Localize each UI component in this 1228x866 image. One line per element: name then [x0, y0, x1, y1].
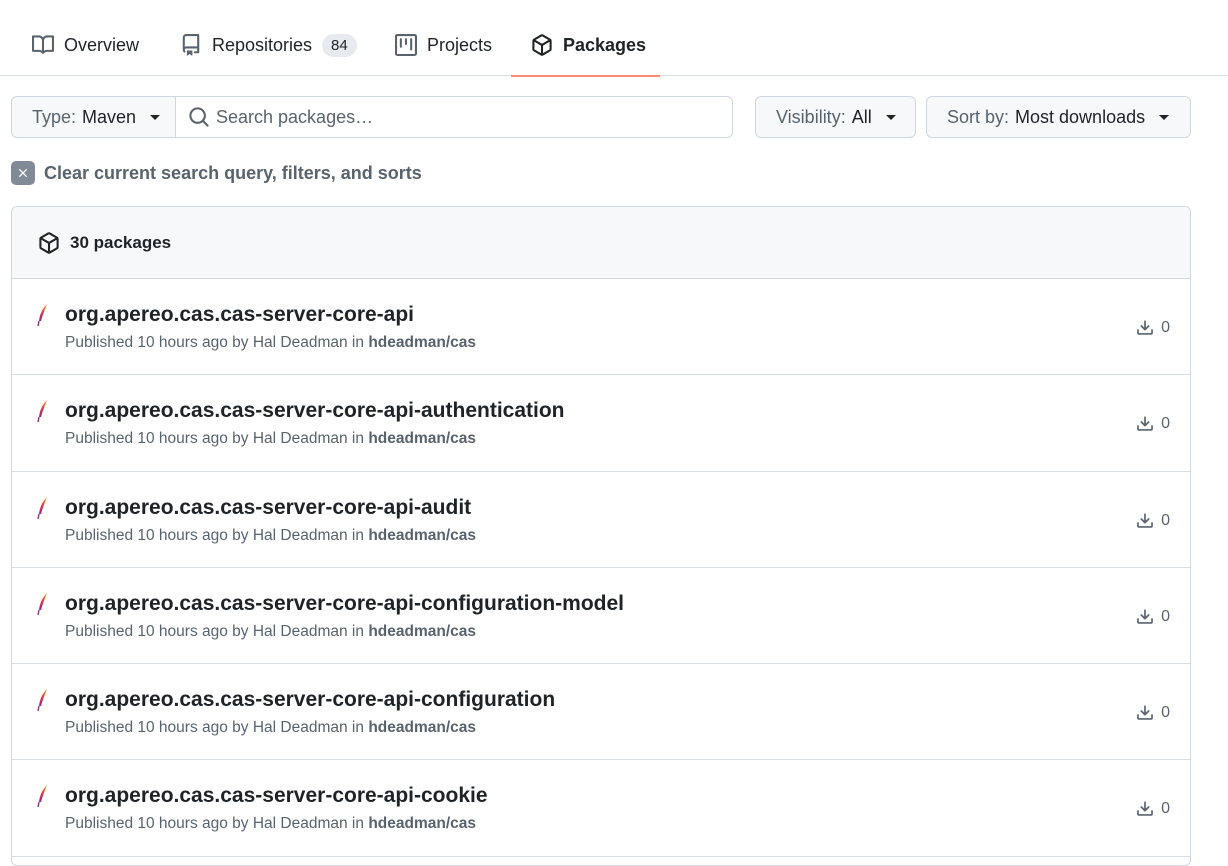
download-icon	[1136, 414, 1154, 434]
package-published-text: Published 10 hours ago by Hal Deadman in	[65, 334, 364, 351]
maven-feather-icon	[36, 592, 52, 618]
package-meta: Published 10 hours ago by Hal Deadman in…	[65, 815, 476, 833]
package-repo-link[interactable]: hdeadman/cas	[368, 815, 476, 832]
search-packages-field[interactable]	[175, 96, 733, 138]
package-download-count: 0	[1161, 704, 1170, 722]
profile-tab-nav: Overview Repositories 84 Projects Packag…	[0, 0, 1228, 77]
clear-filters-label: Clear current search query, filters, and…	[44, 162, 422, 183]
package-downloads: 0	[1136, 414, 1170, 434]
package-downloads: 0	[1136, 607, 1170, 627]
type-filter-prefix: Type:	[32, 106, 77, 127]
package-meta: Published 10 hours ago by Hal Deadman in…	[65, 527, 476, 545]
chevron-down-icon	[885, 114, 896, 120]
tab-repositories[interactable]: Repositories 84	[160, 14, 377, 76]
package-download-count: 0	[1161, 511, 1170, 529]
package-meta: Published 10 hours ago by Hal Deadman in…	[65, 334, 476, 352]
package-published-text: Published 10 hours ago by Hal Deadman in	[65, 719, 364, 737]
download-icon	[1136, 799, 1154, 819]
package-name-link[interactable]: org.apereo.cas.cas-server-core-api-audit	[65, 496, 471, 520]
type-filter-dropdown[interactable]: Type: Maven	[11, 96, 176, 138]
package-meta: Published 10 hours ago by Hal Deadman in…	[65, 719, 476, 737]
package-name-link[interactable]: org.apereo.cas.cas-server-core-api-confi…	[65, 592, 624, 616]
package-download-count: 0	[1161, 607, 1170, 625]
type-filter-value: Maven	[82, 106, 137, 127]
package-published-text: Published 10 hours ago by Hal Deadman in	[65, 526, 364, 544]
package-repo-link[interactable]: hdeadman/cas	[368, 623, 476, 640]
package-icon	[38, 231, 60, 254]
clear-filters-link[interactable]: Clear current search query, filters, and…	[11, 161, 422, 185]
tab-overview-label: Overview	[64, 34, 140, 55]
close-icon	[11, 161, 35, 185]
download-icon	[1136, 511, 1154, 531]
sort-dropdown[interactable]: Sort by: Most downloads	[926, 96, 1191, 138]
package-name-link[interactable]: org.apereo.cas.cas-server-core-api	[65, 303, 414, 327]
package-row: org.apereo.cas.cas-server-core-api-confi…	[12, 664, 1190, 761]
package-downloads: 0	[1136, 799, 1170, 819]
package-published-text: Published 10 hours ago by Hal Deadman in	[65, 430, 364, 448]
package-published-text: Published 10 hours ago by Hal Deadman in	[65, 622, 364, 640]
package-downloads: 0	[1136, 703, 1170, 723]
maven-feather-icon	[36, 784, 52, 810]
download-icon	[1136, 703, 1154, 723]
package-row: org.apereo.cas.cas-server-core-api-authe…	[12, 375, 1190, 472]
package-repo-link[interactable]: hdeadman/cas	[368, 430, 476, 447]
package-name-link[interactable]: org.apereo.cas.cas-server-core-api-authe…	[65, 399, 565, 423]
package-downloads: 0	[1136, 511, 1170, 531]
package-download-count: 0	[1161, 415, 1170, 433]
repositories-count-badge: 84	[322, 33, 357, 57]
chevron-down-icon	[1159, 114, 1170, 120]
package-repo-link[interactable]: hdeadman/cas	[368, 527, 476, 544]
tab-packages[interactable]: Packages	[511, 14, 660, 77]
package-meta: Published 10 hours ago by Hal Deadman in…	[65, 430, 476, 448]
book-icon	[32, 34, 54, 56]
package-downloads: 0	[1136, 318, 1170, 338]
sort-value: Most downloads	[1015, 106, 1146, 127]
tab-projects-label: Projects	[427, 34, 493, 55]
maven-feather-icon	[36, 496, 52, 522]
search-packages-input[interactable]	[216, 106, 716, 128]
chevron-down-icon	[150, 114, 161, 120]
maven-feather-icon	[36, 399, 52, 425]
download-icon	[1136, 607, 1154, 627]
package-repo-link[interactable]: hdeadman/cas	[368, 719, 476, 736]
package-row: org.apereo.cas.cas-server-core-api-cooki…	[12, 760, 1190, 857]
package-repo-link[interactable]: hdeadman/cas	[368, 334, 476, 351]
packages-list: 30 packages org.apereo.cas.cas-server-co…	[11, 206, 1191, 866]
package-name-link[interactable]: org.apereo.cas.cas-server-core-api-cooki…	[65, 784, 488, 808]
visibility-filter-prefix: Visibility:	[776, 106, 846, 127]
maven-feather-icon	[36, 688, 52, 714]
packages-count: 30 packages	[70, 232, 172, 252]
download-icon	[1136, 318, 1154, 338]
package-icon	[531, 34, 553, 56]
tab-repositories-label: Repositories	[212, 34, 313, 55]
sort-prefix: Sort by:	[947, 106, 1010, 127]
package-row: org.apereo.cas.cas-server-core-api-confi…	[12, 568, 1190, 665]
visibility-filter-value: All	[851, 106, 872, 127]
package-name-link[interactable]: org.apereo.cas.cas-server-core-api-confi…	[65, 688, 555, 712]
visibility-filter-dropdown[interactable]: Visibility: All	[755, 96, 916, 138]
package-download-count: 0	[1161, 800, 1170, 818]
repo-icon	[180, 34, 202, 56]
package-published-text: Published 10 hours ago by Hal Deadman in	[65, 815, 364, 833]
package-row: org.apereo.cas.cas-server-core-api Publi…	[12, 279, 1190, 376]
project-icon	[395, 34, 417, 56]
search-icon	[188, 106, 210, 128]
maven-feather-icon	[36, 303, 52, 329]
package-download-count: 0	[1161, 319, 1170, 336]
package-row: org.apereo.cas.cas-server-core-api-audit…	[12, 472, 1190, 568]
package-meta: Published 10 hours ago by Hal Deadman in…	[65, 623, 476, 641]
tab-overview[interactable]: Overview	[12, 14, 159, 76]
tab-projects[interactable]: Projects	[375, 14, 512, 76]
packages-list-header: 30 packages	[12, 207, 1190, 279]
tab-packages-label: Packages	[563, 34, 647, 55]
